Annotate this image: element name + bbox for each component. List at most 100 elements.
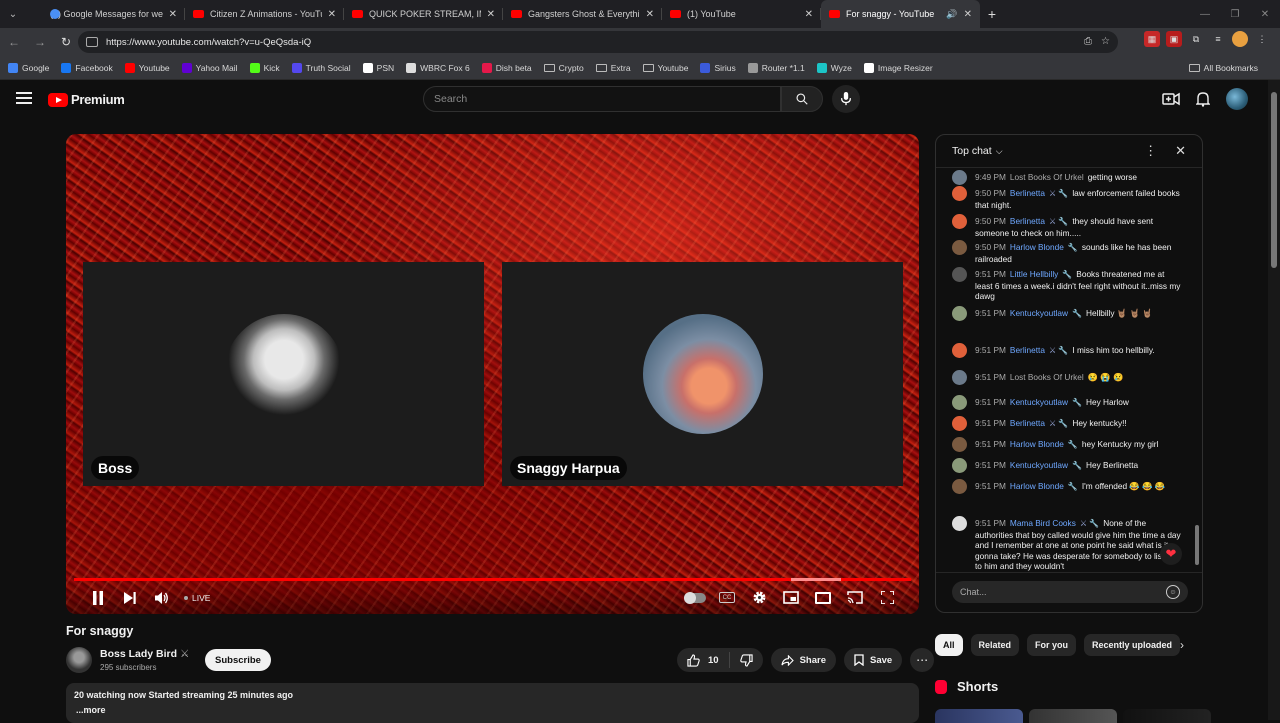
close-tab-icon[interactable]: ✕ <box>487 9 495 20</box>
chat-message[interactable]: 9:51 PM Mama Bird Cooks ⚔ 🔧 None of the aut… <box>952 516 1182 572</box>
bookmark-item[interactable]: Youtube <box>124 62 170 73</box>
search-input[interactable]: Search <box>423 86 781 112</box>
show-more-link[interactable]: ...more <box>74 705 911 715</box>
bookmark-item[interactable]: WBRC Fox 6 <box>406 62 470 73</box>
chat-author-name[interactable]: Harlow Blonde <box>1010 481 1064 491</box>
minimize-button[interactable]: — <box>1190 0 1220 28</box>
chat-author-name[interactable]: Berlinetta <box>1010 188 1045 198</box>
chat-message[interactable]: 9:51 PM Harlow Blonde 🔧 I'm offended 😂 😂 😂 <box>952 479 1182 494</box>
bookmark-item[interactable]: PSN <box>362 62 394 73</box>
shorts-thumbnail[interactable] <box>935 709 1023 723</box>
site-info-icon[interactable] <box>86 37 98 47</box>
bookmark-item[interactable]: Sirius <box>700 62 736 73</box>
maximize-button[interactable]: ❐ <box>1220 0 1250 28</box>
share-button[interactable]: Share <box>770 648 836 672</box>
audio-playing-icon[interactable]: 🔊 <box>946 9 957 20</box>
close-tab-icon[interactable]: ✕ <box>646 9 654 20</box>
voice-search-button[interactable] <box>832 85 860 113</box>
extension-icon[interactable]: ▣ <box>1166 31 1182 47</box>
chat-scrollbar[interactable] <box>1194 173 1200 573</box>
tab-search-icon[interactable]: ⌄ <box>0 0 26 28</box>
chat-author-avatar[interactable] <box>952 437 967 452</box>
chat-mode-dropdown[interactable]: Top chat ⌵ <box>952 145 1003 157</box>
chat-message[interactable]: 9:51 PM Little Hellbilly 🔧 Books threatened… <box>952 267 1182 302</box>
chat-author-avatar[interactable] <box>952 214 967 229</box>
bookmark-folder[interactable]: Extra <box>595 63 631 73</box>
bookmark-item[interactable]: Dish beta <box>481 62 532 73</box>
chat-author-name[interactable]: Kentuckyoutlaw <box>1010 308 1068 318</box>
chat-author-avatar[interactable] <box>952 343 967 358</box>
chat-input-field[interactable]: Chat... ☺ <box>952 581 1188 603</box>
chat-author-avatar[interactable] <box>952 516 967 531</box>
hamburger-menu-icon[interactable] <box>16 92 32 104</box>
chat-author-avatar[interactable] <box>952 479 967 494</box>
chat-message[interactable]: 9:51 PM Kentuckyoutlaw 🔧 Hey Harlow <box>952 395 1182 410</box>
search-button[interactable] <box>781 86 823 112</box>
new-tab-button[interactable]: + <box>980 0 1004 28</box>
shorts-thumbnail[interactable] <box>1029 709 1117 723</box>
close-window-button[interactable]: ✕ <box>1250 0 1280 28</box>
save-button[interactable]: Save <box>843 648 903 672</box>
browser-menu-icon[interactable]: ⋮ <box>1254 31 1270 47</box>
subscribe-button[interactable]: Subscribe <box>205 649 271 671</box>
chat-author-name[interactable]: Kentuckyoutlaw <box>1010 397 1068 407</box>
create-video-icon[interactable] <box>1162 92 1180 106</box>
close-tab-icon[interactable]: ✕ <box>328 9 336 20</box>
close-tab-icon[interactable]: ✕ <box>964 9 972 20</box>
like-button[interactable]: 10 <box>677 652 730 668</box>
close-tab-icon[interactable]: ✕ <box>805 9 813 20</box>
volume-button[interactable] <box>146 583 178 613</box>
live-indicator[interactable]: LIVE <box>184 593 210 603</box>
browser-tab[interactable]: Gangsters Ghost & Everything I ✕ <box>503 0 662 28</box>
cast-button[interactable] <box>839 583 871 613</box>
chat-message[interactable]: 9:49 PM Lost Books Of Urkel getting worse <box>952 170 1182 185</box>
bookmark-item[interactable]: Yahoo Mail <box>181 62 238 73</box>
chat-author-name[interactable]: Mama Bird Cooks <box>1010 518 1076 528</box>
chat-author-name[interactable]: Kentuckyoutlaw <box>1010 460 1068 470</box>
chat-message[interactable]: 9:51 PM Harlow Blonde 🔧 hey Kentucky my gir… <box>952 437 1182 452</box>
fullscreen-button[interactable] <box>871 583 903 613</box>
chat-author-name[interactable]: Harlow Blonde <box>1010 242 1064 252</box>
notifications-bell-icon[interactable] <box>1196 91 1210 107</box>
puzzle-icon[interactable]: ⧉ <box>1188 31 1204 47</box>
channel-avatar[interactable] <box>66 647 92 673</box>
miniplayer-button[interactable] <box>775 583 807 613</box>
reaction-heart-button[interactable]: ❤ <box>1160 543 1182 565</box>
extension-icon[interactable]: ▦ <box>1144 31 1160 47</box>
chat-author-avatar[interactable] <box>952 416 967 431</box>
channel-name[interactable]: Boss Lady Bird ⚔ <box>100 648 189 660</box>
browser-tab[interactable]: (1) Google Messages for web ✕ <box>26 0 185 28</box>
shorts-thumbnail[interactable] <box>1123 709 1211 723</box>
chat-author-name[interactable]: Little Hellbilly <box>1010 269 1058 279</box>
bookmark-item[interactable]: Wyze <box>816 62 852 73</box>
youtube-premium-logo[interactable]: Premium <box>48 92 125 107</box>
chat-author-avatar[interactable] <box>952 395 967 410</box>
description-box[interactable]: 20 watching now Started streaming 25 min… <box>66 683 919 723</box>
chat-author-name[interactable]: Harlow Blonde <box>1010 439 1064 449</box>
all-bookmarks-folder[interactable]: All Bookmarks <box>1188 56 1258 80</box>
chat-message[interactable]: 9:51 PM Kentuckyoutlaw 🔧 Hey Berlinetta <box>952 458 1182 473</box>
chat-message[interactable]: 9:50 PM Berlinetta ⚔ 🔧 they should have sen… <box>952 214 1182 238</box>
chat-author-name[interactable]: Berlinetta <box>1010 216 1045 226</box>
chat-author-avatar[interactable] <box>952 458 967 473</box>
profile-avatar[interactable] <box>1232 31 1248 47</box>
chat-author-avatar[interactable] <box>952 306 967 321</box>
bookmark-folder[interactable]: Crypto <box>543 63 584 73</box>
bookmark-item[interactable]: Facebook <box>61 62 113 73</box>
scrollbar-thumb[interactable] <box>1271 92 1277 268</box>
bookmark-item[interactable]: Image Resizer <box>863 62 933 73</box>
browser-tab[interactable]: (1) YouTube ✕ <box>662 0 821 28</box>
bookmark-item[interactable]: Kick <box>249 62 280 73</box>
emoji-picker-icon[interactable]: ☺ <box>1166 585 1180 599</box>
chat-author-avatar[interactable] <box>952 186 967 201</box>
dislike-button[interactable] <box>730 653 763 667</box>
chat-author-avatar[interactable] <box>952 240 967 255</box>
chat-message[interactable]: 9:51 PM Kentuckyoutlaw 🔧 Hellbilly 🤘🏽 🤘🏽 🤘🏽 <box>952 306 1182 321</box>
filter-chip[interactable]: All <box>935 634 963 656</box>
close-chat-icon[interactable]: ✕ <box>1175 143 1186 159</box>
chat-author-name[interactable]: Berlinetta <box>1010 345 1045 355</box>
chat-author-avatar[interactable] <box>952 267 967 282</box>
chat-more-options-icon[interactable]: ⋮ <box>1144 143 1157 159</box>
chat-message[interactable]: 9:51 PM Berlinetta ⚔ 🔧 I miss him too hellb… <box>952 343 1182 358</box>
chat-message[interactable]: 9:51 PM Lost Books Of Urkel 😢 😭 😢 <box>952 370 1182 385</box>
